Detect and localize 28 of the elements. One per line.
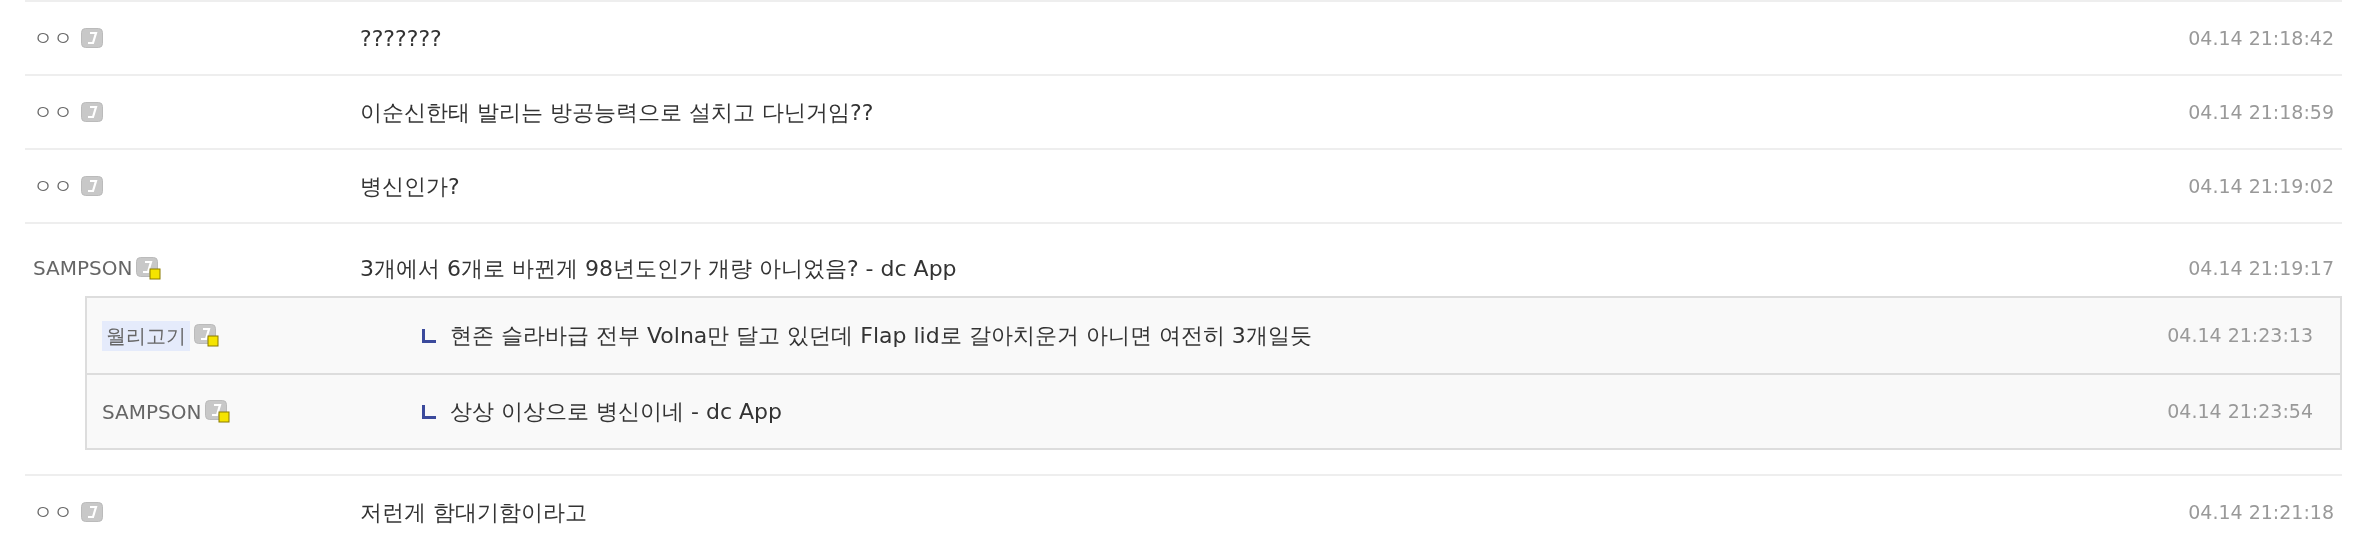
author-name: ㅇㅇ [33, 499, 73, 526]
author-name: ㅇㅇ [33, 25, 73, 52]
comment-time: 04.14 21:21:18 [2188, 499, 2335, 525]
comment-text: 이순신한태 발리는 방공능력으로 설치고 다닌거임?? [360, 98, 874, 127]
badge-icon [81, 176, 103, 196]
badge-icon [81, 28, 103, 48]
comment-text: 병신인가? [360, 172, 460, 201]
badge-icon [205, 400, 231, 423]
comment-time: 04.14 21:18:59 [2188, 99, 2335, 125]
author-name: ㅇㅇ [33, 173, 73, 200]
comment-text: ??????? [360, 24, 442, 53]
badge-icon [81, 502, 103, 522]
comment-text: 3개에서 6개로 바뀐게 98년도인가 개량 아니었음? - dc App [360, 254, 957, 283]
comment-time: 04.14 21:19:02 [2188, 173, 2335, 199]
author-name: SAMPSON [33, 255, 133, 282]
comment-time: 04.14 21:18:42 [2188, 25, 2335, 51]
badge-icon [136, 256, 162, 280]
badge-icon [81, 102, 103, 122]
badge-icon [194, 324, 219, 347]
comment-time: 04.14 21:23:13 [2167, 323, 2314, 349]
author-name: SAMPSON [102, 398, 202, 426]
author-name: ㅇㅇ [33, 99, 73, 126]
author-name: 월리고기 [102, 320, 190, 351]
comment-text: 저런게 함대기함이라고 [360, 498, 587, 527]
reply-text: 상상 이상으로 병신이네 - dc App [450, 398, 782, 426]
comment-time: 04.14 21:19:17 [2188, 255, 2335, 281]
reply-text: 현존 슬라바급 전부 Volna만 달고 있던데 Flap lid로 갈아치운거 아니면 여전히 3개일듯 [450, 322, 1312, 350]
comment-time: 04.14 21:23:54 [2167, 399, 2314, 425]
